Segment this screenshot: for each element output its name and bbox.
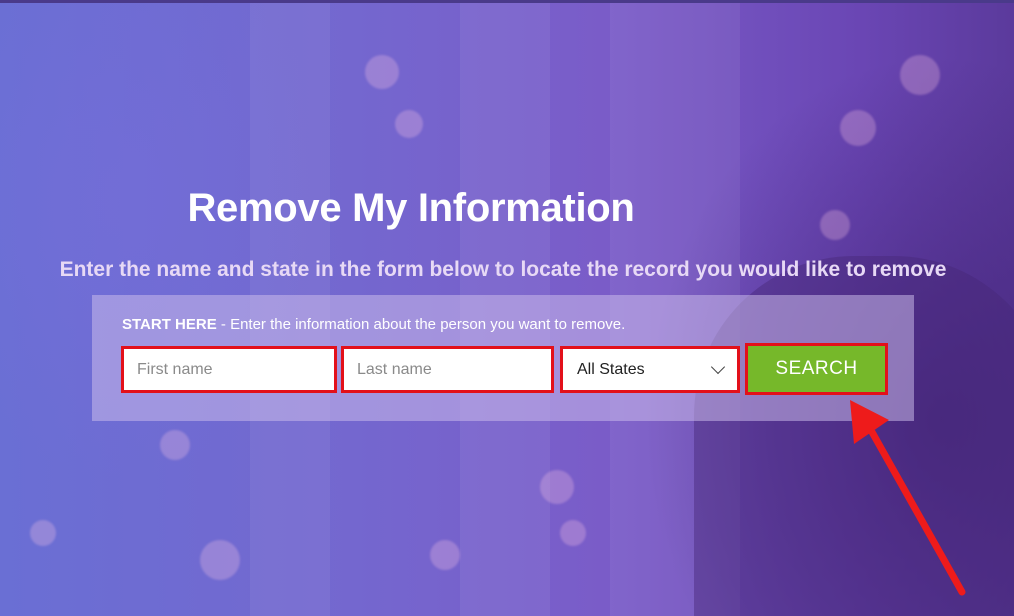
search-button-label: SEARCH xyxy=(748,346,885,392)
last-name-input[interactable] xyxy=(344,349,551,390)
state-select-value: All States xyxy=(577,360,645,378)
bokeh-light xyxy=(30,520,56,546)
form-instruction: START HERE - Enter the information about… xyxy=(122,315,625,335)
bokeh-light xyxy=(430,540,460,570)
top-border xyxy=(0,0,1014,3)
bokeh-light xyxy=(820,210,850,240)
state-select[interactable]: All States xyxy=(560,346,740,393)
page-subtitle: Enter the name and state in the form bel… xyxy=(59,258,947,281)
bokeh-light xyxy=(200,540,240,580)
bokeh-light xyxy=(365,55,399,89)
bokeh-light xyxy=(160,430,190,460)
bokeh-light xyxy=(900,55,940,95)
search-form-panel: START HERE - Enter the information about… xyxy=(92,295,914,421)
bokeh-light xyxy=(540,470,574,504)
bokeh-light xyxy=(560,520,586,546)
instruction-text: - Enter the information about the person… xyxy=(216,316,626,333)
chevron-down-icon xyxy=(710,359,726,374)
bokeh-light xyxy=(840,110,876,146)
first-name-input[interactable] xyxy=(124,349,334,390)
first-name-field-frame xyxy=(121,346,337,393)
page-title: Remove My Information xyxy=(187,186,635,230)
instruction-label: START HERE xyxy=(122,316,217,333)
bokeh-light xyxy=(395,110,423,138)
last-name-field-frame xyxy=(341,346,554,393)
search-button[interactable]: SEARCH xyxy=(745,343,888,395)
